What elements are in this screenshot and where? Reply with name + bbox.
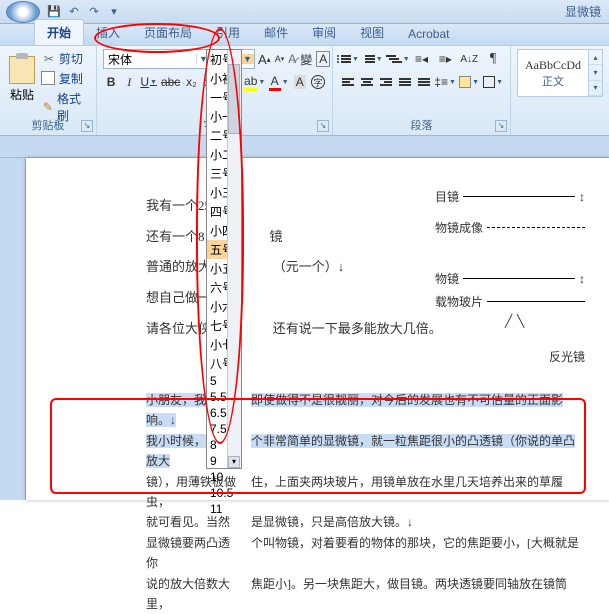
font-size-dropdown[interactable]: ▴ ▾ 初号小初一号小一二号小二三号小三四号小四五号小五六号小六七号小七八号55… [206, 49, 242, 469]
copy-label: 复制 [59, 70, 83, 87]
style-gallery-scroll[interactable]: ▴▾▾ [589, 49, 603, 97]
tab-mailings[interactable]: 邮件 [252, 20, 300, 45]
multilevel-button[interactable]: ▼ [387, 49, 409, 69]
strike-button[interactable]: abc [160, 72, 181, 92]
tab-review[interactable]: 审阅 [300, 20, 348, 45]
cut-label: 剪切 [59, 50, 83, 67]
numbering-button[interactable]: ▼ [363, 49, 385, 69]
font-family-input[interactable] [104, 52, 196, 66]
align-center-button[interactable] [358, 72, 375, 92]
align-left-button[interactable] [339, 72, 356, 92]
left-gutter [0, 158, 26, 500]
undo-icon[interactable]: ↶ [66, 4, 82, 20]
document-area: 我有一个25倍的 还有一个8 倍的 镜 普通的放大镜买 （元一个）↓ 想自己做一… [0, 158, 609, 500]
style-normal[interactable]: AaBbCcDd 正文 [517, 49, 589, 97]
ribbon: 粘贴 ✂剪切 复制 ✎格式刷 剪贴板 ↘ ▼ ▼ A▴ A▾ A̷ 變 [0, 46, 609, 136]
size-option[interactable]: 10 [207, 469, 241, 485]
shading-icon [459, 76, 471, 88]
tab-references[interactable]: 引用 [204, 20, 252, 45]
distribute-icon [418, 77, 430, 87]
font-family-combo[interactable]: ▼ [103, 49, 211, 69]
bullets-button[interactable]: ▼ [339, 49, 361, 69]
scroll-down-button[interactable]: ▾ [228, 456, 240, 468]
subscript-button[interactable]: x₂ [183, 72, 199, 92]
size-option[interactable]: 11 [207, 501, 241, 517]
font-color-button[interactable]: A▼ [268, 72, 290, 92]
italic-button[interactable]: I [121, 72, 137, 92]
tab-view[interactable]: 视图 [348, 20, 396, 45]
distribute-button[interactable] [415, 72, 432, 92]
line-spacing-button[interactable]: ‡≡▼ [434, 72, 456, 92]
tab-acrobat[interactable]: Acrobat [396, 23, 461, 45]
diagram-slide: 载物玻片 [435, 293, 483, 310]
copy-button[interactable]: 复制 [40, 69, 90, 88]
grow-font-button[interactable]: A▴ [257, 49, 272, 69]
group-styles: AaBbCcDd 正文 ▴▾▾ [511, 46, 609, 135]
clear-format-button[interactable]: A̷ [287, 49, 297, 69]
brush-icon: ✎ [42, 100, 54, 114]
cut-button[interactable]: ✂剪切 [40, 49, 90, 68]
clipboard-launcher[interactable]: ↘ [81, 120, 93, 132]
page[interactable]: 我有一个25倍的 还有一个8 倍的 镜 普通的放大镜买 （元一个）↓ 想自己做一… [26, 158, 609, 500]
window-title: 显微镜 [565, 3, 601, 20]
shading-button[interactable]: ▼ [458, 72, 480, 92]
tab-home[interactable]: 开始 [34, 19, 84, 45]
style-sample: AaBbCcDd [525, 58, 581, 73]
diagram-mirror: 反光镜 [549, 348, 585, 365]
paste-icon [9, 56, 35, 84]
justify-icon [399, 77, 411, 87]
sort-button[interactable]: A↓Z [458, 49, 480, 69]
paragraph-group-title: 段落 [333, 117, 510, 133]
size-option[interactable]: 10.5 [207, 485, 241, 501]
paste-label: 粘贴 [10, 86, 34, 103]
align-right-button[interactable] [377, 72, 394, 92]
qat-more-icon[interactable]: ▾ [106, 4, 122, 20]
microscope-diagram: 目镜↕ 物镜成像 物镜↕ 载物玻片 ╱╲ 反光镜 [435, 184, 585, 369]
quick-access-toolbar: 💾 ↶ ↷ ▾ [46, 4, 122, 20]
justify-button[interactable] [396, 72, 413, 92]
increase-indent-button[interactable]: ≡▸ [434, 49, 456, 69]
diagram-objective: 物镜 [435, 270, 459, 287]
border-icon [483, 76, 495, 88]
diagram-image: 物镜成像 [435, 219, 483, 236]
paragraph-launcher[interactable]: ↘ [495, 120, 507, 132]
tab-insert[interactable]: 插入 [84, 20, 132, 45]
char-shading-button[interactable]: A [292, 72, 308, 92]
scissors-icon: ✂ [42, 52, 56, 66]
tab-layout[interactable]: 页面布局 [132, 20, 204, 45]
scrollbar-thumb[interactable] [228, 64, 240, 134]
borders-button[interactable]: ▼ [482, 72, 504, 92]
redo-icon[interactable]: ↷ [86, 4, 102, 20]
style-name: 正文 [542, 73, 564, 89]
diagram-eyepiece: 目镜 [435, 188, 459, 205]
underline-button[interactable]: U▼ [139, 72, 158, 92]
font-launcher[interactable]: ↘ [317, 120, 329, 132]
bold-button[interactable]: B [103, 72, 119, 92]
char-border-button[interactable]: A [315, 49, 331, 69]
save-icon[interactable]: 💾 [46, 4, 62, 20]
ribbon-tabs: 开始 插入 页面布局 引用 邮件 审阅 视图 Acrobat [0, 24, 609, 46]
numbering-icon [365, 55, 375, 63]
group-clipboard: 粘贴 ✂剪切 复制 ✎格式刷 剪贴板 ↘ [0, 46, 97, 135]
multilevel-icon [386, 55, 402, 63]
phonetic-button[interactable]: 變 [299, 49, 313, 69]
align-left-icon [342, 77, 354, 87]
bullets-icon [341, 55, 351, 63]
align-center-icon [361, 77, 373, 87]
group-paragraph: ▼ ▼ ▼ ≡◂ ≡▸ A↓Z ¶ ‡≡▼ ▼ ▼ 段落 ↘ [333, 46, 511, 135]
decrease-indent-button[interactable]: ≡◂ [411, 49, 433, 69]
highlight-button[interactable]: ab▼ [244, 72, 266, 92]
align-right-icon [380, 77, 392, 87]
chevron-down-icon[interactable]: ▼ [240, 54, 254, 64]
ruler [0, 136, 609, 158]
shrink-font-button[interactable]: A▾ [274, 49, 286, 69]
enclose-char-button[interactable]: 字 [310, 72, 326, 92]
copy-icon [43, 73, 55, 85]
show-marks-button[interactable]: ¶ [482, 49, 504, 69]
paste-button[interactable]: 粘贴 [6, 49, 38, 109]
